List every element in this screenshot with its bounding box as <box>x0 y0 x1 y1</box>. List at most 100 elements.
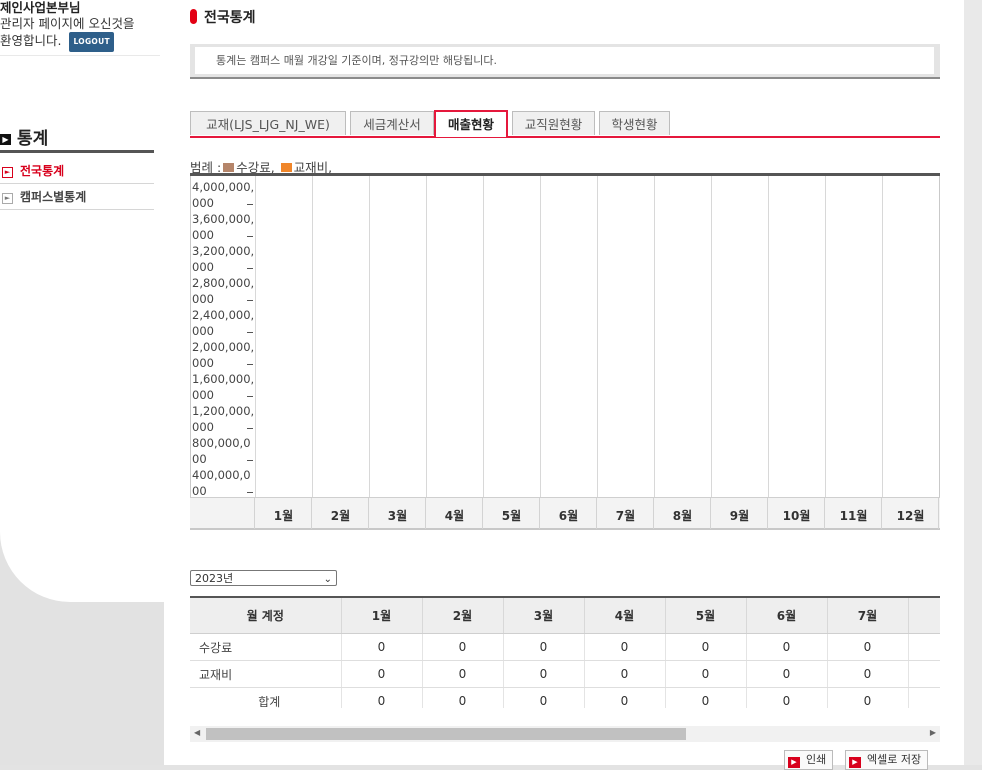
org-name: 제인사업본부님 <box>0 0 81 15</box>
column-header: 2월 <box>422 596 504 634</box>
print-button-label: 인쇄 <box>806 753 827 766</box>
notice-box: 통계는 캠퍼스 매월 개강일 기준이며, 정규강의만 해당됩니다. <box>190 44 940 79</box>
chart-gridline <box>312 176 313 497</box>
sidebar-item-national-stats[interactable]: ► 전국통계 <box>0 159 154 184</box>
arrow-right-icon: ► <box>2 193 13 204</box>
y-tick-mark <box>247 300 253 301</box>
notice-text: 통계는 캠퍼스 매월 개강일 기준이며, 정규강의만 해당됩니다. <box>195 47 934 74</box>
table-cell: 0 <box>584 660 666 688</box>
table-row: 수강료 0 0 0 0 0 0 0 <box>190 633 940 661</box>
chart-gridline <box>825 176 826 497</box>
table-cell: 0 <box>503 660 585 688</box>
chart-gridline <box>426 176 427 497</box>
excel-export-button[interactable]: ▶ 엑셀로 저장 <box>845 750 929 770</box>
table-cell: 0 <box>341 687 423 708</box>
scrollbar-thumb[interactable] <box>206 728 686 740</box>
y-tick-label: 3,600,000,000 <box>192 212 255 242</box>
table-cell: 0 <box>341 660 423 688</box>
row-label: 교재비 <box>190 660 342 688</box>
table-cell: 0 <box>422 633 504 661</box>
sidebar: 제인사업본부님 관리자 페이지에 오신것을 환영합니다. LOGOUT ▶ 통계 ►… <box>0 0 164 765</box>
tab-tax-invoice[interactable]: 세금계산서 <box>350 111 434 135</box>
table-cell: 0 <box>746 633 828 661</box>
arrow-right-icon: ► <box>2 167 13 178</box>
chart-x-axis: 1월 2월 3월 4월 5월 6월 7월 8월 9월 10월 11월 12월 <box>190 497 940 530</box>
y-tick-mark <box>247 332 253 333</box>
y-tick-mark <box>247 268 253 269</box>
play-icon: ▶ <box>788 757 800 768</box>
chart-gridline <box>711 176 712 497</box>
y-tick-mark <box>247 236 253 237</box>
tab-student-status[interactable]: 학생현황 <box>599 111 670 135</box>
sales-table-wrapper: 월 계정 1월 2월 3월 4월 5월 6월 7월 수강료 0 0 0 0 0 … <box>190 596 940 708</box>
menu-title-text: 통계 <box>17 129 49 149</box>
y-tick-label: 1,600,000,000 <box>192 372 255 402</box>
y-tick-label: 1,200,000,000 <box>192 404 255 434</box>
x-tick-label: 4월 <box>444 509 465 523</box>
welcome-box: 제인사업본부님 관리자 페이지에 오신것을 환영합니다. LOGOUT <box>0 0 160 52</box>
page-title: 전국통계 <box>190 7 256 27</box>
print-button[interactable]: ▶ 인쇄 <box>784 750 834 770</box>
table-cell: 0 <box>827 660 909 688</box>
x-tick-label: 10월 <box>782 509 811 523</box>
welcome-line-2: 환영합니다. LOGOUT <box>0 32 160 52</box>
table-cell: 0 <box>422 660 504 688</box>
year-select[interactable]: 2023년 ⌄ <box>190 570 337 586</box>
tab-textbook[interactable]: 교재(LJS_LJG_NJ_WE) <box>190 111 346 135</box>
x-tick-label: 2월 <box>330 509 351 523</box>
scroll-right-icon[interactable]: ▶ <box>930 728 936 737</box>
menu-title: ▶ 통계 <box>0 124 154 153</box>
x-tick-label: 7월 <box>615 509 636 523</box>
y-tick-label: 2,400,000,000 <box>192 308 255 338</box>
table-cell-overflow <box>908 660 940 688</box>
x-tick-label: 3월 <box>387 509 408 523</box>
chevron-down-icon: ⌄ <box>323 574 332 585</box>
welcome-line-1: 관리자 페이지에 오신것을 <box>0 16 135 31</box>
tab-bar: 교재(LJS_LJG_NJ_WE) 세금계산서 매출현황 교직원현황 학생현황 <box>190 110 940 138</box>
menu-square-icon: ▶ <box>0 134 11 145</box>
y-tick-mark <box>247 204 253 205</box>
x-tick-label: 9월 <box>729 509 750 523</box>
tab-staff-status[interactable]: 교직원현황 <box>512 111 595 135</box>
chart-gridline <box>483 176 484 497</box>
excel-button-label: 엑셀로 저장 <box>867 753 922 766</box>
column-header: 월 계정 <box>190 596 342 634</box>
scroll-left-icon[interactable]: ◀ <box>194 728 200 737</box>
y-tick-label: 400,000,000 <box>192 468 251 498</box>
x-tick-label: 11월 <box>839 509 868 523</box>
column-header: 3월 <box>503 596 585 634</box>
main-content: 전국통계 통계는 캠퍼스 매월 개강일 기준이며, 정규강의만 해당됩니다. 교… <box>164 0 964 770</box>
horizontal-scrollbar[interactable]: ◀ ▶ <box>190 726 940 742</box>
page-title-text: 전국통계 <box>204 10 256 26</box>
row-label: 수강료 <box>190 633 342 661</box>
column-header: 7월 <box>827 596 909 634</box>
y-tick-mark <box>247 428 253 429</box>
tab-sales-status[interactable]: 매출현황 <box>434 110 508 137</box>
column-header: 4월 <box>584 596 666 634</box>
column-header-overflow <box>908 596 940 634</box>
table-cell-overflow <box>908 633 940 661</box>
sales-table: 월 계정 1월 2월 3월 4월 5월 6월 7월 수강료 0 0 0 0 0 … <box>190 596 940 708</box>
page-right-gutter <box>964 0 982 765</box>
y-tick-mark <box>247 364 253 365</box>
table-cell: 0 <box>827 633 909 661</box>
y-tick-mark <box>247 460 253 461</box>
table-cell-overflow <box>908 687 940 708</box>
row-label: 합계 <box>190 687 342 708</box>
sidebar-item-campus-stats[interactable]: ► 캠퍼스별통계 <box>0 185 154 210</box>
table-header-row: 월 계정 1월 2월 3월 4월 5월 6월 7월 <box>190 596 940 634</box>
year-select-value: 2023년 <box>195 572 234 585</box>
table-row: 교재비 0 0 0 0 0 0 0 <box>190 660 940 688</box>
column-header: 1월 <box>341 596 423 634</box>
welcome-line-2-text: 환영합니다. <box>0 33 62 48</box>
chart-gridline <box>369 176 370 497</box>
table-cell: 0 <box>422 687 504 708</box>
logout-button[interactable]: LOGOUT <box>69 32 114 52</box>
table-cell: 0 <box>584 633 666 661</box>
table-cell: 0 <box>341 633 423 661</box>
x-tick-label: 6월 <box>558 509 579 523</box>
x-tick-label: 5월 <box>501 509 522 523</box>
chart-gridline <box>540 176 541 497</box>
table-cell: 0 <box>665 660 747 688</box>
legend-swatch-textbook <box>280 163 292 172</box>
